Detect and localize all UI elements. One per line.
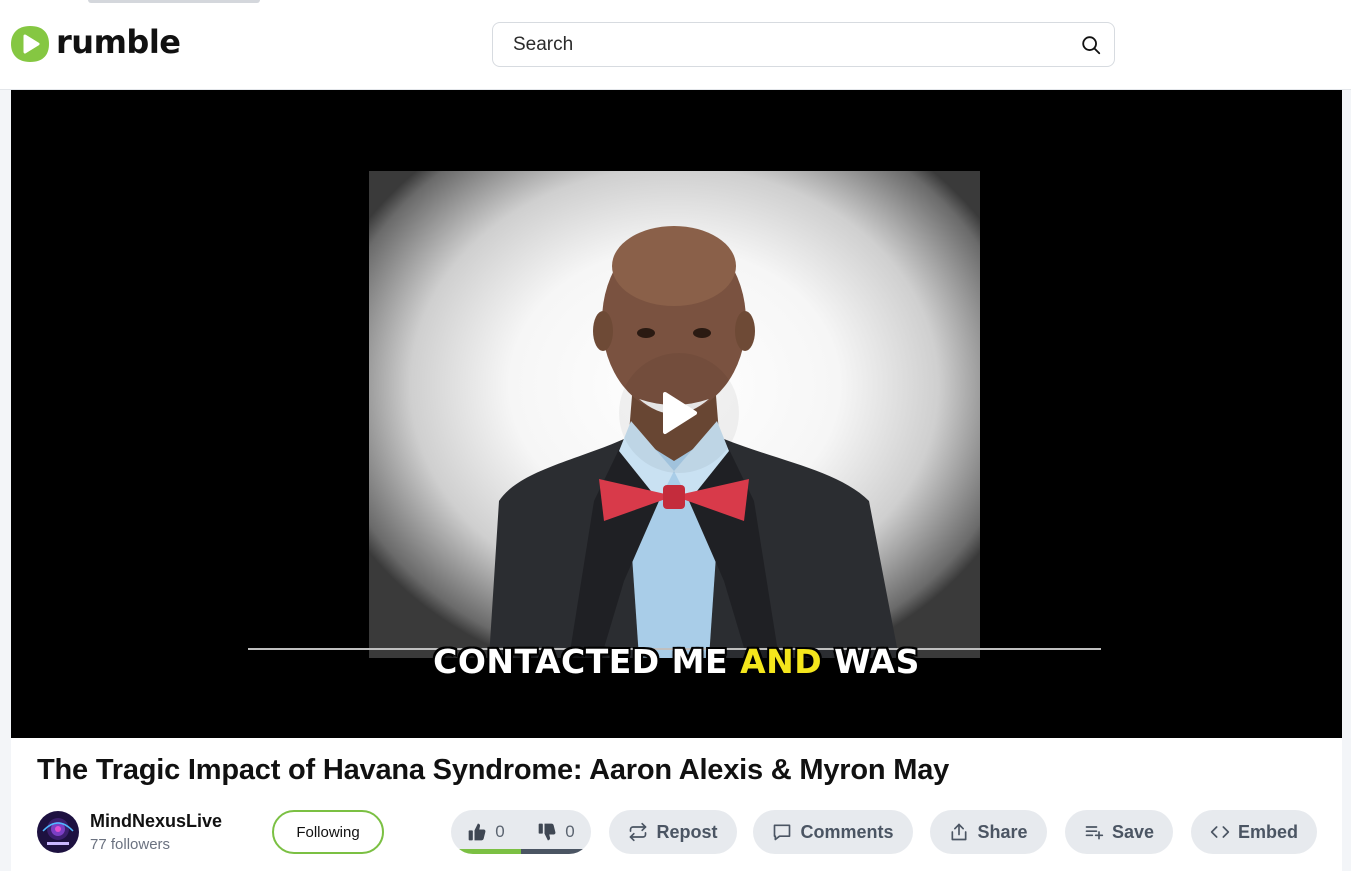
share-button[interactable]: Share — [930, 810, 1047, 854]
comment-icon — [774, 824, 791, 841]
top-header: rumble — [0, 0, 1351, 90]
search-button[interactable] — [1068, 23, 1114, 66]
channel-name[interactable]: MindNexusLive — [90, 811, 222, 832]
thumbs-down-icon — [538, 823, 556, 841]
channel-avatar-image — [37, 811, 79, 853]
share-label: Share — [977, 821, 1028, 842]
dislike-button[interactable]: 0 — [521, 810, 591, 854]
caption-text-before: CONTACTED ME — [433, 642, 741, 681]
thumbs-up-icon — [468, 823, 486, 841]
repost-icon — [630, 822, 647, 842]
save-label: Save — [1111, 821, 1155, 842]
brand-name: rumble — [56, 23, 181, 61]
rumble-logo[interactable]: rumble — [10, 23, 181, 64]
search-icon — [1082, 35, 1101, 54]
like-button[interactable]: 0 — [451, 810, 521, 854]
caption-text-after: WAS — [822, 642, 920, 681]
follower-count: 77 followers — [90, 836, 171, 853]
save-button[interactable]: Save — [1065, 810, 1173, 854]
caption-text-highlight: AND — [740, 642, 823, 681]
save-icon — [1085, 826, 1104, 840]
channel-avatar[interactable] — [37, 811, 79, 853]
comments-label: Comments — [800, 821, 894, 842]
embed-icon — [1210, 826, 1230, 838]
dislike-count: 0 — [565, 822, 575, 841]
play-button[interactable] — [619, 353, 739, 473]
video-info: The Tragic Impact of Havana Syndrome: Aa… — [11, 738, 1342, 871]
video-caption: CONTACTED ME AND WAS — [11, 642, 1342, 681]
like-ratio-bar — [451, 849, 521, 854]
repost-label: Repost — [656, 821, 718, 842]
repost-button[interactable]: Repost — [609, 810, 737, 854]
video-title: The Tragic Impact of Havana Syndrome: Aa… — [37, 754, 950, 786]
following-button[interactable]: Following — [272, 810, 384, 854]
like-count: 0 — [495, 822, 505, 841]
comments-button[interactable]: Comments — [753, 810, 913, 854]
rumble-logo-icon — [11, 26, 49, 62]
vote-group: 0 0 — [451, 810, 591, 854]
play-icon — [663, 392, 697, 434]
search-bar — [492, 22, 1115, 67]
search-input[interactable] — [493, 24, 1068, 65]
top-tab-indicator — [88, 0, 260, 3]
video-player[interactable]: CONTACTED ME AND WAS — [11, 90, 1342, 738]
dislike-ratio-bar — [521, 849, 591, 854]
embed-button[interactable]: Embed — [1191, 810, 1317, 854]
embed-label: Embed — [1237, 821, 1298, 842]
share-icon — [951, 823, 967, 841]
